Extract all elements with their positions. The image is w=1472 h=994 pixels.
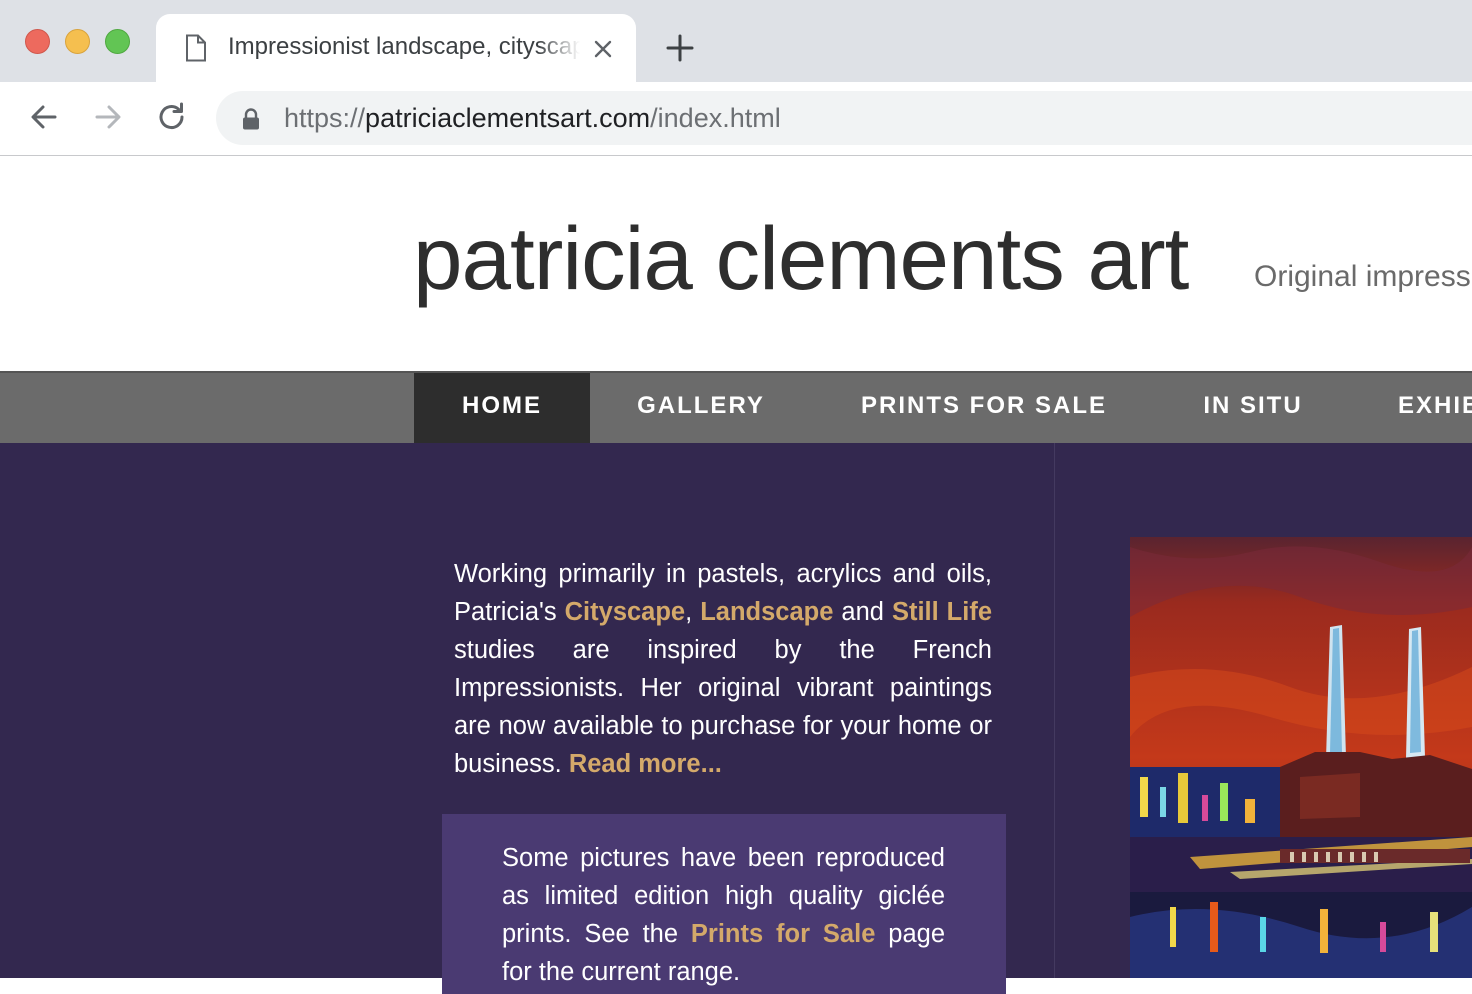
url-host: patriciaclementsart.com: [365, 103, 651, 133]
intro-text-2: ,: [685, 598, 701, 626]
landscape-link[interactable]: Landscape: [700, 598, 833, 626]
site-header: patricia clements art Original impress: [0, 156, 1472, 371]
cityscape-link[interactable]: Cityscape: [565, 598, 685, 626]
window-minimize-button[interactable]: [65, 29, 90, 54]
forward-arrow-icon[interactable]: [91, 100, 125, 134]
window-close-button[interactable]: [25, 29, 50, 54]
address-bar[interactable]: https://patriciaclementsart.com/index.ht…: [216, 91, 1472, 145]
close-icon[interactable]: [592, 38, 614, 60]
still-life-link[interactable]: Still Life: [892, 598, 992, 626]
prints-for-sale-link[interactable]: Prints for Sale: [691, 920, 875, 948]
prints-paragraph: Some pictures have been reproduced as li…: [502, 839, 945, 991]
column-divider: [1054, 443, 1055, 978]
nav-item-in-situ[interactable]: IN SITU: [1156, 373, 1350, 443]
intro-text-3: and: [833, 598, 892, 626]
intro-paragraph: Working primarily in pastels, acrylics a…: [454, 555, 992, 783]
lock-icon[interactable]: [242, 108, 260, 130]
intro-text-4: studies are inspired by the French Impre…: [454, 636, 992, 778]
read-more-link[interactable]: Read more...: [569, 750, 722, 778]
featured-painting-image[interactable]: [1130, 537, 1472, 978]
prints-info-box: Some pictures have been reproduced as li…: [442, 814, 1006, 994]
nav-item-prints-for-sale[interactable]: PRINTS FOR SALE: [812, 373, 1156, 443]
url-scheme: https://: [284, 103, 366, 133]
main-nav: HOME GALLERY PRINTS FOR SALE IN SITU EXH…: [0, 371, 1472, 443]
web-page: patricia clements art Original impress H…: [0, 156, 1472, 994]
browser-tab-strip: Impressionist landscape, cityscape: [0, 0, 1472, 82]
nav-item-home[interactable]: HOME: [414, 373, 590, 443]
browser-toolbar: https://patriciaclementsart.com/index.ht…: [0, 82, 1472, 156]
main-content: Working primarily in pastels, acrylics a…: [0, 443, 1472, 994]
reload-icon[interactable]: [155, 100, 189, 134]
site-tagline: Original impress: [1254, 260, 1471, 293]
site-title[interactable]: patricia clements art: [413, 208, 1189, 308]
nav-item-gallery[interactable]: GALLERY: [590, 373, 812, 443]
document-icon: [186, 34, 206, 62]
back-arrow-icon[interactable]: [27, 100, 61, 134]
nav-item-exhibitions[interactable]: EXHIB: [1350, 373, 1472, 443]
new-tab-plus-icon[interactable]: [664, 32, 696, 64]
browser-tab[interactable]: Impressionist landscape, cityscape: [156, 14, 636, 82]
url-path: /index.html: [650, 103, 781, 133]
window-zoom-button[interactable]: [105, 29, 130, 54]
tab-title: Impressionist landscape, cityscape: [228, 33, 580, 60]
url-text[interactable]: https://patriciaclementsart.com/index.ht…: [284, 103, 781, 133]
